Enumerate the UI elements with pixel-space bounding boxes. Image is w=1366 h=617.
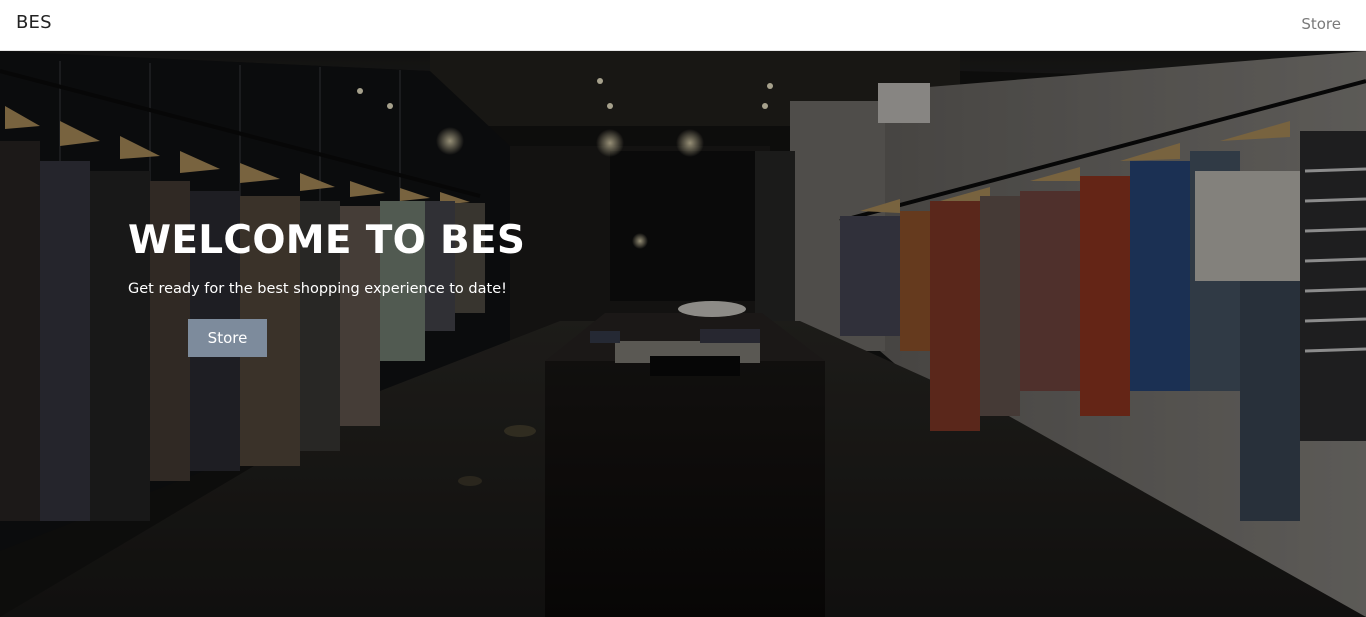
nav-link-store[interactable]: Store (1301, 15, 1341, 33)
brand-logo-link[interactable]: BES (16, 12, 52, 33)
hero-content: WELCOME TO BES Get ready for the best sh… (128, 217, 648, 357)
store-button[interactable]: Store (188, 319, 267, 357)
hero-subtitle: Get ready for the best shopping experien… (128, 281, 507, 297)
top-navbar: BES Store (0, 0, 1366, 51)
hero-section: WELCOME TO BES Get ready for the best sh… (0, 51, 1366, 617)
hero-title: WELCOME TO BES (128, 218, 526, 263)
